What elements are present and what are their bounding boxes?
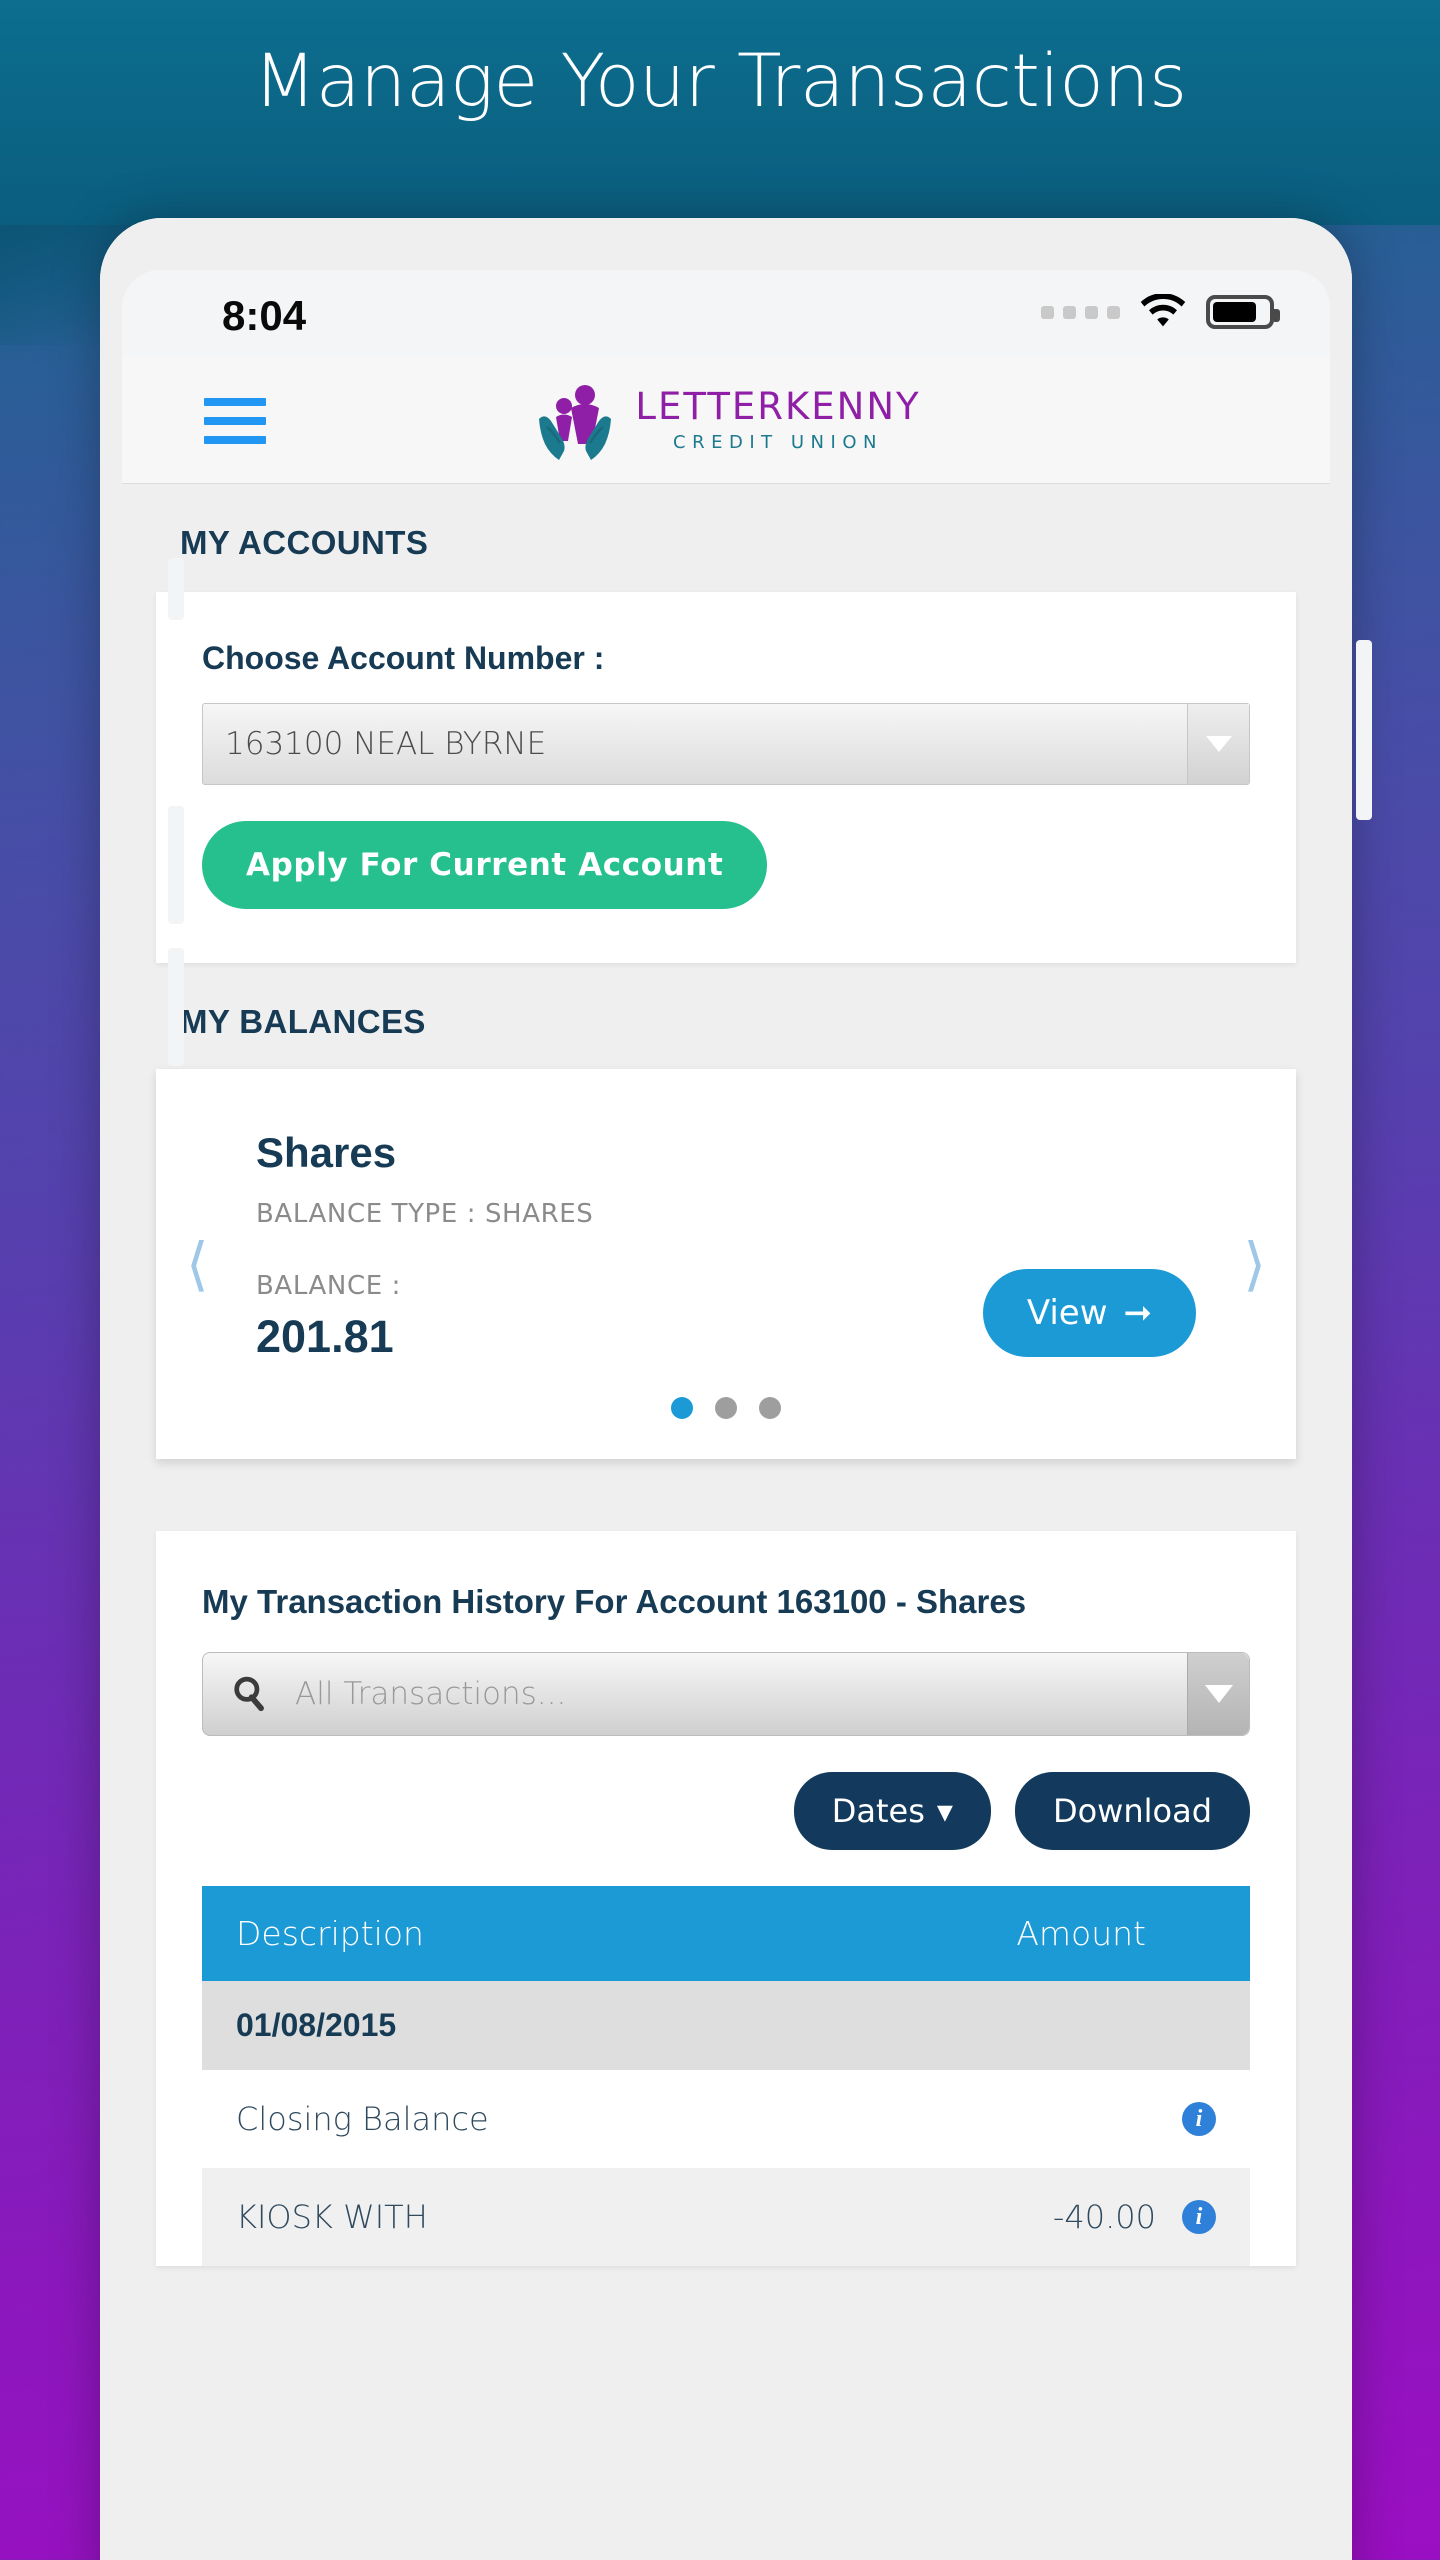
app-header: LETTERKENNY CREDIT UNION (122, 356, 1330, 484)
page-body: MY ACCOUNTS Choose Account Number : 1631… (122, 484, 1330, 2560)
download-button[interactable]: Download (1014, 1772, 1250, 1851)
info-icon[interactable]: i (1182, 2200, 1216, 2235)
status-icons (1041, 293, 1280, 330)
section-title-accounts: MY ACCOUNTS (180, 524, 429, 561)
choose-account-label: Choose Account Number : (202, 640, 605, 676)
signal-dots-icon (1041, 305, 1120, 319)
logo-name: LETTERKENNY (635, 385, 921, 428)
row-description: Closing Balance (236, 2100, 489, 2139)
transaction-history-title: My Transaction History For Account 16310… (202, 1583, 1027, 1620)
carousel-dot[interactable] (715, 1397, 737, 1419)
balance-value: 201.81 (256, 1311, 394, 1362)
phone-screen: 8:04 LETTERKENNY CREDIT UNION MY ACCOUNT… (100, 218, 1352, 2560)
volume-up-button[interactable] (168, 806, 184, 924)
page-title: Manage Your Transactions (253, 39, 1187, 124)
arrow-right-icon: ➞ (1123, 1293, 1153, 1333)
carousel-pagination[interactable] (156, 1397, 1296, 1419)
transaction-search[interactable]: All Transactions... (202, 1652, 1250, 1737)
account-select[interactable]: 163100 NEAL BYRNE (202, 703, 1250, 785)
phone-mockup: 8:04 LETTERKENNY CREDIT UNION MY ACCOUNT… (100, 218, 1352, 2560)
account-select-value: 163100 NEAL BYRNE (225, 726, 547, 762)
column-header-amount: Amount (1016, 1914, 1146, 1954)
balance-type: BALANCE TYPE : SHARES (256, 1199, 594, 1229)
chevron-left-icon[interactable]: ⟨ (186, 1235, 209, 1293)
table-row[interactable]: KIOSK WITH -40.00 i (202, 2168, 1250, 2267)
transaction-table: Description Amount 01/08/2015 Closing Ba… (202, 1886, 1250, 2267)
view-button-label: View (1026, 1293, 1108, 1333)
section-title-balances: MY BALANCES (180, 1003, 426, 1040)
dates-button[interactable]: Dates ▾ (793, 1772, 991, 1851)
status-bar: 8:04 (122, 270, 1330, 356)
mute-switch[interactable] (168, 558, 184, 620)
apply-current-account-button[interactable]: Apply For Current Account (202, 821, 768, 909)
table-row[interactable]: Closing Balance i (202, 2070, 1250, 2168)
dates-button-label: Dates (831, 1792, 925, 1831)
balance-card: Shares BALANCE TYPE : SHARES BALANCE : 2… (156, 1129, 1296, 1363)
carousel-dot[interactable] (671, 1397, 693, 1419)
wifi-icon (1140, 293, 1186, 330)
chevron-right-icon[interactable]: ⟩ (1243, 1235, 1266, 1293)
row-description: KIOSK WITH (236, 2198, 428, 2237)
carousel-dot[interactable] (759, 1397, 781, 1419)
balance-title: Shares (256, 1129, 397, 1176)
status-time: 8:04 (222, 292, 307, 339)
view-balance-button[interactable]: View ➞ (982, 1269, 1196, 1357)
table-date-group: 01/08/2015 (202, 1981, 1250, 2071)
logo-text: LETTERKENNY CREDIT UNION (635, 388, 920, 452)
balance-label: BALANCE : (256, 1271, 401, 1301)
logo-subtitle: CREDIT UNION (673, 432, 883, 453)
brand-logo[interactable]: LETTERKENNY CREDIT UNION (122, 356, 1330, 484)
balance-carousel: ⟨ ⟩ Shares BALANCE TYPE : SHARES BALANCE… (156, 1069, 1296, 1459)
search-icon (231, 1675, 269, 1713)
letterkenny-hands-logo-icon (531, 377, 619, 463)
table-header: Description Amount (202, 1886, 1250, 1982)
screen-content: 8:04 LETTERKENNY CREDIT UNION MY ACCOUNT… (122, 270, 1330, 2560)
transaction-history-card: My Transaction History For Account 16310… (156, 1531, 1296, 2267)
column-header-description: Description (236, 1914, 424, 1954)
battery-icon (1206, 295, 1280, 329)
chevron-down-icon[interactable] (1187, 1653, 1249, 1736)
balance-row: BALANCE : 201.81 View ➞ (256, 1269, 1196, 1363)
transaction-actions: Dates ▾ Download (202, 1772, 1250, 1851)
info-icon[interactable]: i (1182, 2102, 1216, 2137)
page-banner: Manage Your Transactions (0, 0, 1440, 225)
balance-amount-block: BALANCE : 201.81 (256, 1271, 401, 1363)
volume-down-button[interactable] (168, 948, 184, 1066)
chevron-down-icon: ▾ (936, 1792, 953, 1831)
accounts-card: Choose Account Number : 163100 NEAL BYRN… (156, 592, 1296, 963)
power-button[interactable] (1356, 640, 1372, 820)
transaction-search-placeholder: All Transactions... (295, 1676, 567, 1713)
row-amount: -40.00 (1052, 2198, 1156, 2237)
chevron-down-icon[interactable] (1187, 704, 1249, 784)
